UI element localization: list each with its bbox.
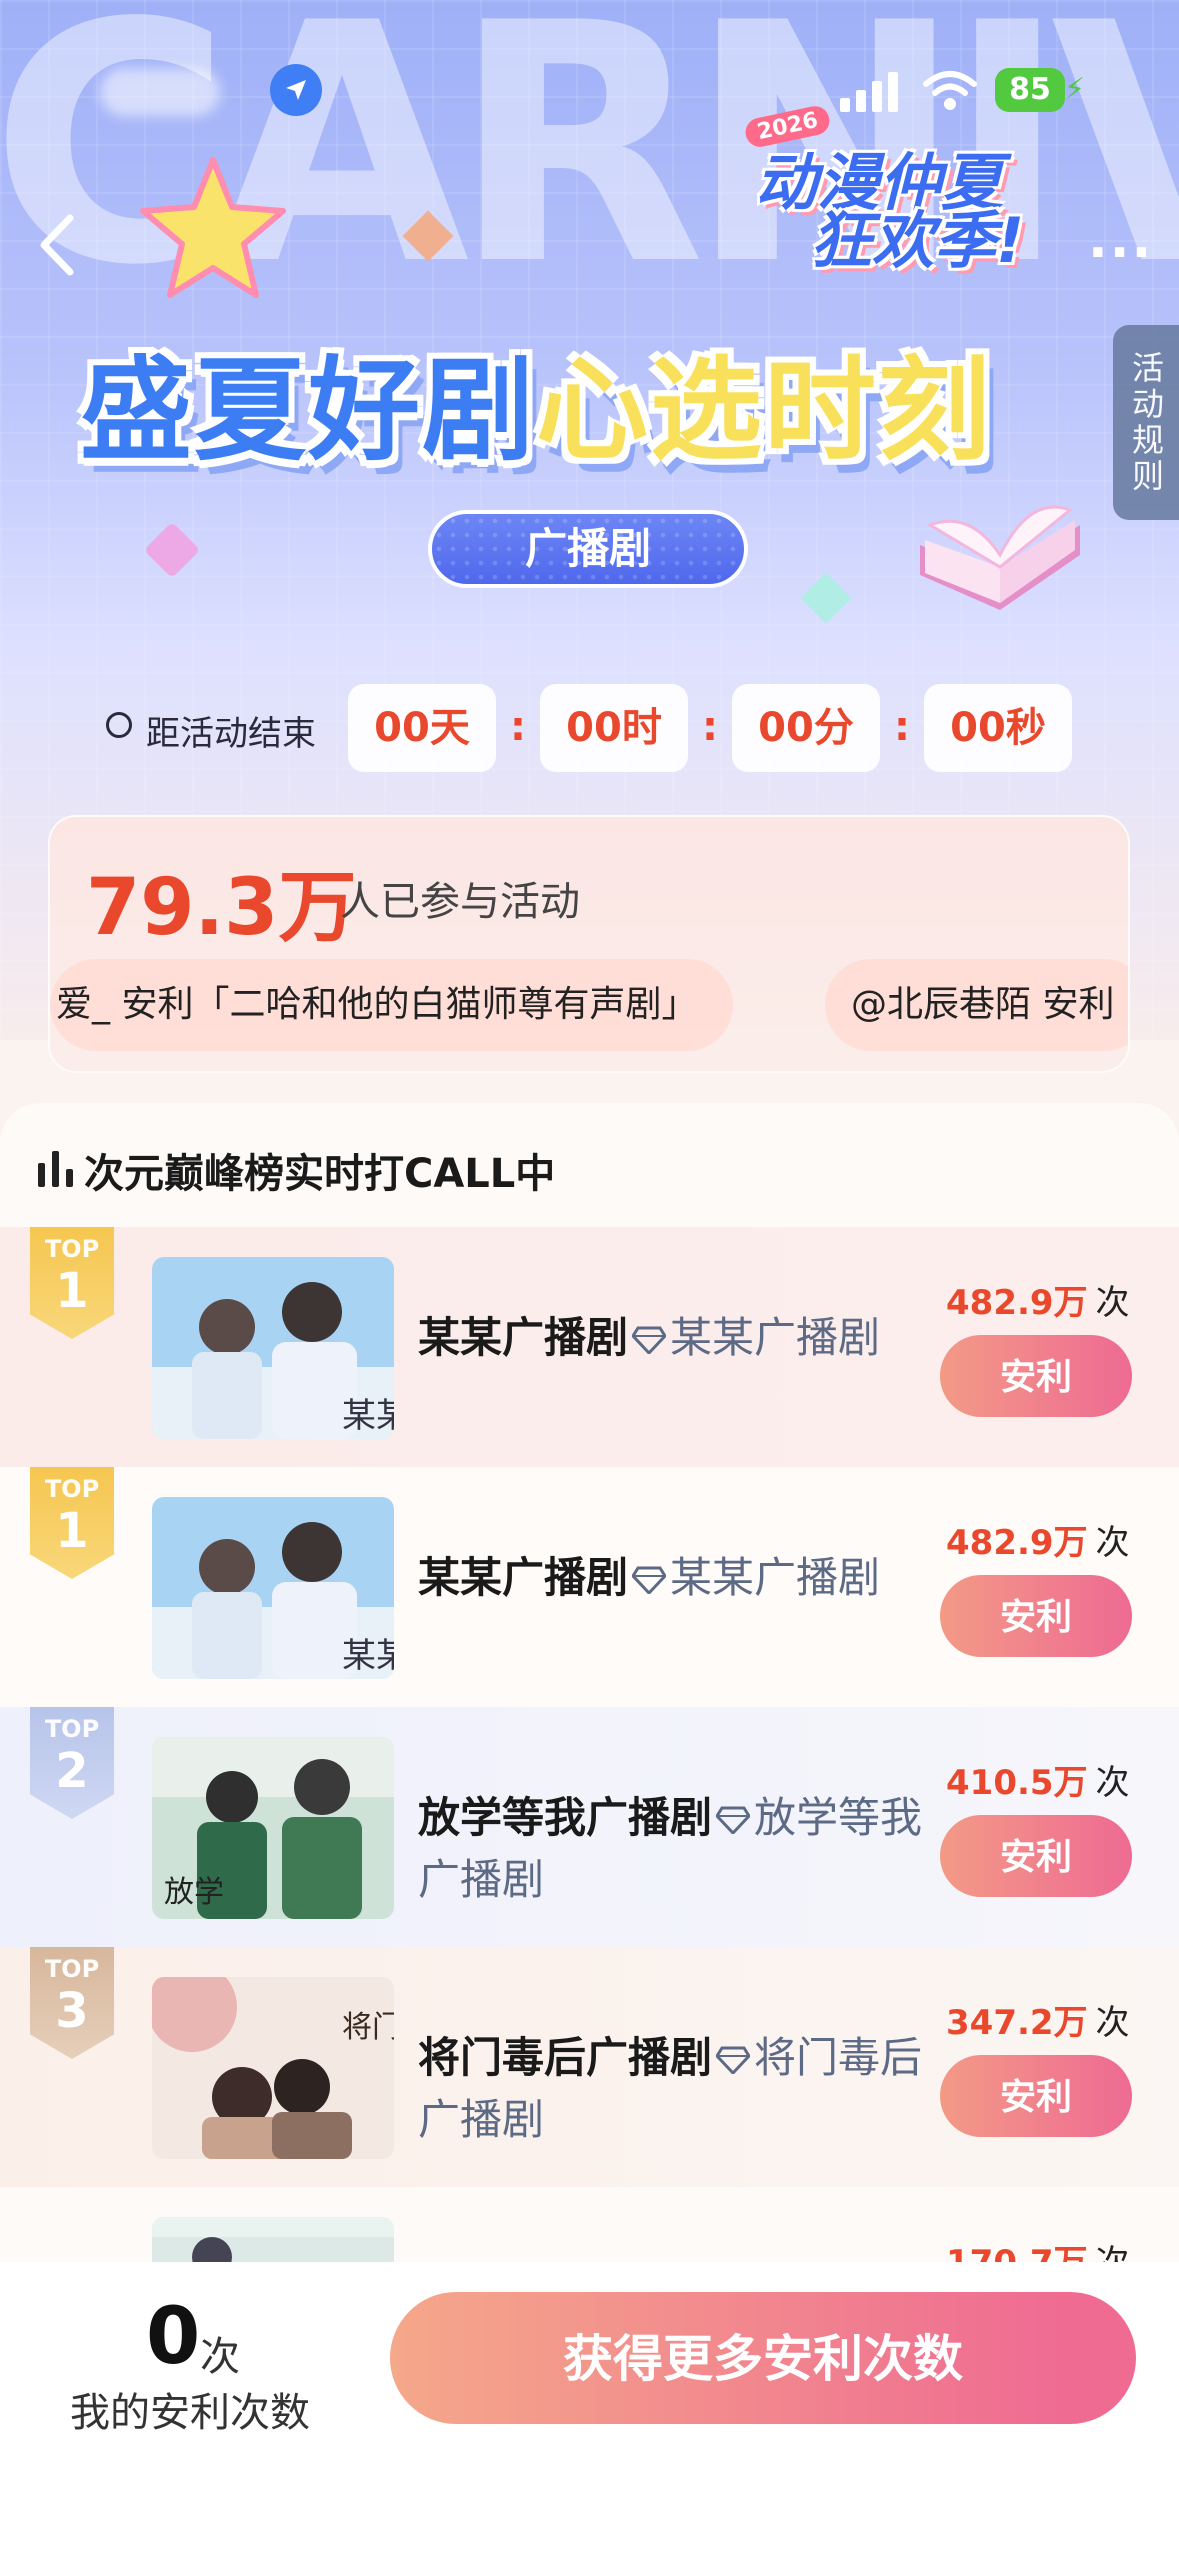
vote-count: 482.9万次 bbox=[946, 1523, 1130, 1563]
participant-label: 人已参与活动 bbox=[340, 879, 580, 925]
back-arrow-icon[interactable] bbox=[30, 210, 90, 280]
ranking-row: TOP 1 某某 某某广播剧 某某广播剧 482.9万次 安利 bbox=[0, 1467, 1179, 1707]
rank-badge-gold: TOP 1 bbox=[30, 1227, 114, 1339]
participation-card: 79.3万 人已参与活动 爱_ 安利「二哈和他的白猫师尊有声剧」 @北辰巷陌 安… bbox=[48, 815, 1130, 1073]
drama-title: 放学等我广播剧 放学等我广播剧 bbox=[418, 1793, 923, 1904]
recommend-button[interactable]: 安利 bbox=[940, 1815, 1132, 1897]
wifi-icon bbox=[923, 71, 977, 110]
ranking-row: TOP 1 某某 某某广播剧 某某广播剧 482.9万次 安利 bbox=[0, 1227, 1179, 1467]
my-recommend-unit: 次 bbox=[200, 2334, 240, 2380]
countdown-minutes: 00分 bbox=[732, 684, 880, 772]
countdown: 距活动结束 00天 : 00时 : 00分 : 00秒 bbox=[0, 684, 1179, 774]
vote-count: 347.2万次 bbox=[946, 2003, 1130, 2043]
ticker-item: @北辰巷陌 安利 bbox=[825, 959, 1128, 1051]
location-icon bbox=[270, 64, 322, 116]
activity-rules-tab[interactable]: 活动规则 bbox=[1113, 325, 1179, 520]
drama-title: 某某广播剧 某某广播剧 bbox=[418, 1553, 881, 1602]
event-logo-line2: 狂欢季! bbox=[810, 204, 1025, 277]
diamond-icon bbox=[632, 1326, 667, 1354]
countdown-separator: : bbox=[702, 704, 718, 750]
bottom-action-bar: 0 次 我的安利次数 获得更多安利次数 bbox=[0, 2262, 1179, 2556]
ranking-panel: 次元巅峰榜实时打CALL中 TOP 1 某某 某某广播剧 某某广播剧 482.9万… bbox=[0, 1103, 1179, 2443]
rank-badge-gold: TOP 1 bbox=[30, 1467, 114, 1579]
headline-part-b: 心选时刻 bbox=[536, 346, 992, 476]
ranking-row: TOP 2 放学 放学等我广播剧 放学等我广播剧 410.5万次 安利 bbox=[0, 1707, 1179, 1947]
countdown-hours: 00时 bbox=[540, 684, 688, 772]
rank-badge-silver: TOP 2 bbox=[30, 1707, 114, 1819]
clock-icon bbox=[106, 712, 132, 738]
vote-count: 482.9万次 bbox=[946, 1283, 1130, 1323]
drama-cover-image: 某某 bbox=[152, 1497, 394, 1679]
drama-title: 将门毒后广播剧 将门毒后广播剧 bbox=[418, 2033, 923, 2144]
countdown-seconds: 00秒 bbox=[924, 684, 1072, 772]
svg-text:某某: 某某 bbox=[342, 1396, 394, 1436]
recommend-button[interactable]: 安利 bbox=[940, 1335, 1132, 1417]
drama-cover-image: 某某 bbox=[152, 1257, 394, 1439]
svg-text:放学: 放学 bbox=[164, 1875, 224, 1910]
diamond-icon bbox=[716, 2046, 751, 2074]
countdown-label: 距活动结束 bbox=[146, 714, 316, 754]
category-tag[interactable]: 广播剧 bbox=[428, 510, 748, 588]
charging-icon: ⚡ bbox=[1064, 72, 1086, 107]
ticker-item: 爱_ 安利「二哈和他的白猫师尊有声剧」 bbox=[50, 959, 734, 1051]
drama-cover-image: 将门 bbox=[152, 1977, 394, 2159]
headline-part-a: 盛夏好剧 bbox=[80, 346, 536, 476]
main-headline: 盛夏好剧心选时刻 bbox=[80, 320, 992, 482]
book-icon bbox=[920, 505, 1080, 610]
star-decoration-icon bbox=[140, 157, 286, 298]
diamond-decoration bbox=[143, 521, 201, 579]
svg-text:某某: 某某 bbox=[342, 1636, 394, 1676]
rank-badge-bronze: TOP 3 bbox=[30, 1947, 114, 2059]
battery-indicator: 85 bbox=[995, 68, 1065, 112]
diamond-icon bbox=[716, 1806, 751, 1834]
recommend-button[interactable]: 安利 bbox=[940, 2055, 1132, 2137]
countdown-separator: : bbox=[510, 704, 526, 750]
my-recommend-count: 0 bbox=[146, 2292, 201, 2382]
ranking-title: 次元巅峰榜实时打CALL中 bbox=[84, 1151, 556, 1197]
vote-count: 410.5万次 bbox=[946, 1763, 1130, 1803]
recommend-button[interactable]: 安利 bbox=[940, 1575, 1132, 1657]
get-more-recommends-button[interactable]: 获得更多安利次数 bbox=[390, 2292, 1136, 2424]
countdown-days: 00天 bbox=[348, 684, 496, 772]
status-time-blurred bbox=[100, 68, 220, 116]
status-bar: 85 ⚡ bbox=[0, 62, 1179, 122]
participant-count: 79.3万 bbox=[86, 863, 357, 953]
diamond-decoration bbox=[800, 572, 852, 624]
diamond-icon bbox=[632, 1566, 667, 1594]
drama-cover-image: 放学 bbox=[152, 1737, 394, 1919]
more-menu-button[interactable]: ... bbox=[1088, 210, 1153, 270]
drama-title: 某某广播剧 某某广播剧 bbox=[418, 1313, 881, 1362]
countdown-separator: : bbox=[894, 704, 910, 750]
svg-text:将门: 将门 bbox=[342, 2010, 394, 2045]
ranking-row: TOP 3 将门 将门毒后广播剧 将门毒后广播剧 347.2万次 安利 bbox=[0, 1947, 1179, 2187]
my-recommend-label: 我的安利次数 bbox=[70, 2390, 310, 2436]
signal-icon bbox=[840, 72, 898, 112]
